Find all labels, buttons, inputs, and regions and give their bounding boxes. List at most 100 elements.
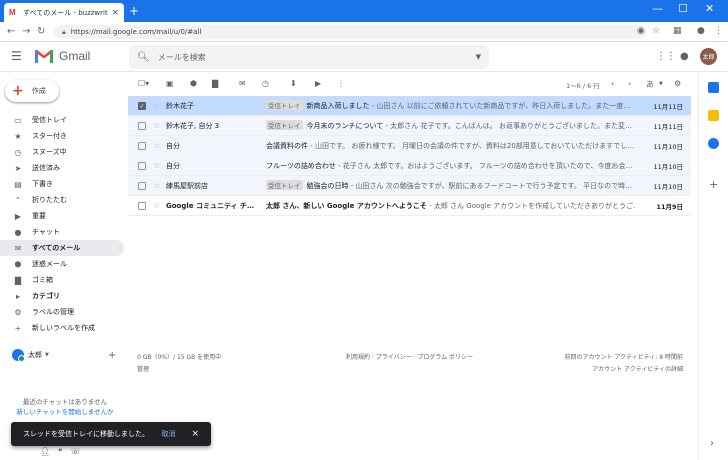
sidebar-item-important[interactable]: ▶ 重要 [0, 208, 124, 224]
move-to-icon[interactable]: ⬇ [290, 79, 297, 88]
chat-bottom-bar: 👤︎ ❝ ☏ [40, 447, 80, 456]
maximize-icon[interactable]: ☐ [678, 2, 688, 15]
tasks-icon[interactable] [708, 138, 719, 149]
email-row[interactable]: ✓ ☆ 鈴木花子 受信トレイ 新商品入荷しました - 山田さん 以前にご依頼されて… [128, 96, 691, 116]
search-icon[interactable]: 🔍︎ [137, 52, 150, 63]
sidebar-nav: ▭ 受信トレイ ★ スター付き ◷ スヌーズ中 ➤ 送信済み ▤ 下書き ⌃ 折りたたむ ▶… [0, 112, 124, 336]
row-checkbox[interactable]: ✓ [138, 102, 146, 110]
delete-icon[interactable]: ▇ [212, 79, 218, 88]
sidebar-item-starred[interactable]: ★ スター付き [0, 128, 124, 144]
email-preview: - 山田さん 次の勉強会ですが、駅前にあるフードコートで行う予定です。 平日なの… [348, 182, 633, 190]
mark-read-icon[interactable]: ✉ [239, 79, 246, 88]
row-checkbox[interactable] [138, 162, 146, 170]
bookmark-star-icon[interactable]: ☆ [652, 26, 660, 36]
extension-icon[interactable]: ▦ [673, 26, 682, 36]
snackbar-close-icon[interactable]: × [191, 429, 199, 439]
sidebar-item-all-mail[interactable]: ✉ すべてのメール [0, 240, 124, 256]
more-options-icon[interactable]: ⋮ [337, 79, 345, 88]
reload-icon[interactable]: ↻ [37, 26, 45, 37]
sidebar-item-collapse[interactable]: ⌃ 折りたたむ [0, 192, 124, 208]
labels-icon[interactable]: ▶ [315, 79, 321, 88]
email-row[interactable]: ☆ 練馬屋駅前店 受信トレイ 勉強会の日時 - 山田さん 次の勉強会ですが、駅前に… [128, 176, 691, 196]
email-subject: 太郎 さん、新しい Google アカウントへようこそ [266, 201, 427, 210]
all-mail-icon: ✉ [14, 243, 22, 253]
search-input[interactable]: メールを検索 [158, 52, 476, 63]
terms-links[interactable]: 利用規約 · プライバシー · プログラム ポリシー [346, 352, 473, 361]
email-label-tag[interactable]: 受信トレイ [266, 120, 303, 130]
compose-button[interactable]: + 作成 [5, 80, 59, 102]
hangouts-icon[interactable]: ❝ [58, 447, 62, 456]
sidebar-item-trash[interactable]: ▇ ゴミ箱 [0, 272, 124, 288]
chat-user-dropdown-icon[interactable]: ▼ [45, 352, 49, 358]
add-addon-plus-icon[interactable]: + [709, 178, 718, 191]
email-row[interactable]: ☆ 自分 会議資料の件 - 山田です。 お疲れ様です。 月曜日の会議の件ですが、… [128, 136, 691, 156]
main-menu-icon[interactable]: ☰ [11, 49, 22, 63]
sidebar-item-snoozed[interactable]: ◷ スヌーズ中 [0, 144, 124, 160]
omnibox[interactable]: 🔒︎ https://mail.google.com/mail/u/0/#all [54, 25, 646, 39]
prev-page-icon[interactable]: ‹ [611, 79, 614, 88]
search-bar[interactable]: 🔍︎ メールを検索 ▼ [129, 45, 489, 69]
start-chat-link[interactable]: 新しいチャットを開始しませんか [0, 406, 130, 416]
expand-panel-chevron-icon[interactable]: › [710, 438, 714, 449]
gmail-m-icon [35, 50, 53, 63]
email-row[interactable]: ☆ Google コミュニティ チ… 太郎 さん、新しい Google アカウン… [128, 196, 691, 216]
browser-tab[interactable]: M すべてのメール - buzzwriter.zz@gm × [4, 3, 124, 22]
sidebar-item-drafts[interactable]: ▤ 下書き [0, 176, 124, 192]
sidebar-item-spam[interactable]: ⬢ 迷惑メール [0, 256, 124, 272]
archive-icon[interactable]: ▣ [166, 79, 174, 88]
notifications-icon[interactable]: ● [680, 51, 689, 62]
sidebar-item-chat[interactable]: ● チャット [0, 224, 124, 240]
back-icon[interactable]: ← [7, 26, 15, 37]
gmail-logo[interactable]: Gmail [34, 48, 90, 64]
browser-menu-icon[interactable]: ⋮ [714, 26, 723, 36]
email-snippet: フルーツの詰め合わせ - 花子さん 太郎です。おはようございます。 フルーツの詰… [266, 161, 636, 171]
input-tools-dropdown-icon[interactable]: ▼ [659, 81, 663, 87]
row-checkbox[interactable] [138, 202, 146, 210]
chat-user[interactable]: 太郎 ▼ [12, 349, 49, 362]
manage-storage-link[interactable]: 管理 [137, 364, 221, 373]
window-close-icon[interactable]: ✕ [705, 2, 714, 15]
address-bar-row: ← → ↻ 🔒︎ https://mail.google.com/mail/u/… [0, 22, 728, 42]
star-outline-icon[interactable]: ☆ [153, 161, 160, 170]
star-outline-icon[interactable]: ☆ [153, 121, 160, 130]
star-outline-icon[interactable]: ☆ [153, 101, 160, 110]
new-tab-button[interactable]: + [129, 4, 139, 18]
eye-icon[interactable]: ◉ [637, 26, 645, 36]
next-page-icon[interactable]: › [628, 79, 631, 88]
star-outline-icon[interactable]: ☆ [153, 181, 160, 190]
email-label-tag[interactable]: 受信トレイ [266, 100, 303, 110]
email-label-tag[interactable]: 受信トレイ [266, 180, 303, 190]
sidebar-item-create-label[interactable]: + 新しいラベルを作成 [0, 320, 124, 336]
sidebar-item-categories[interactable]: ▸ カテゴリ [0, 288, 124, 304]
settings-gear-icon[interactable]: ⚙ [674, 79, 681, 88]
profile-icon[interactable]: ● [697, 26, 705, 36]
report-spam-icon[interactable]: ⬢ [190, 79, 197, 88]
sidebar-item-inbox[interactable]: ▭ 受信トレイ [0, 112, 124, 128]
row-checkbox[interactable] [138, 142, 146, 150]
person-icon[interactable]: 👤︎ [40, 447, 50, 456]
activity-details-link[interactable]: アカウント アクティビティの詳細 [500, 364, 683, 373]
phone-icon[interactable]: ☏ [70, 447, 80, 456]
new-chat-plus-icon[interactable]: + [108, 350, 116, 361]
forward-icon[interactable]: → [22, 26, 30, 37]
select-all-checkbox-icon[interactable]: ☐▾ [138, 79, 149, 88]
row-checkbox[interactable] [138, 182, 146, 190]
sidebar-item-manage-labels[interactable]: ⚙ ラベルの管理 [0, 304, 124, 320]
keep-icon[interactable] [708, 110, 719, 121]
account-avatar[interactable]: 太郎 [700, 48, 717, 65]
star-outline-icon[interactable]: ☆ [153, 201, 160, 210]
sidebar-item-sent[interactable]: ➤ 送信済み [0, 160, 124, 176]
snooze-icon[interactable]: ◷ [262, 79, 269, 88]
email-row[interactable]: ☆ 鈴木花子, 自分 3 受信トレイ 今月末のランチについて - 太郎さん 花子で… [128, 116, 691, 136]
undo-button[interactable]: 取消 [161, 429, 175, 439]
email-row[interactable]: ☆ 自分 フルーツの詰め合わせ - 花子さん 太郎です。おはようございます。 フ… [128, 156, 691, 176]
apps-grid-icon[interactable]: ⋮⋮ [656, 51, 676, 62]
input-tools-button[interactable]: あ [646, 79, 654, 90]
minimize-icon[interactable]: — [652, 2, 663, 15]
gmail-logo-text: Gmail [59, 49, 91, 63]
search-options-icon[interactable]: ▼ [476, 53, 481, 61]
tab-close-icon[interactable]: × [111, 8, 119, 18]
row-checkbox[interactable] [138, 122, 146, 130]
star-outline-icon[interactable]: ☆ [153, 141, 160, 150]
calendar-icon[interactable] [708, 82, 719, 93]
